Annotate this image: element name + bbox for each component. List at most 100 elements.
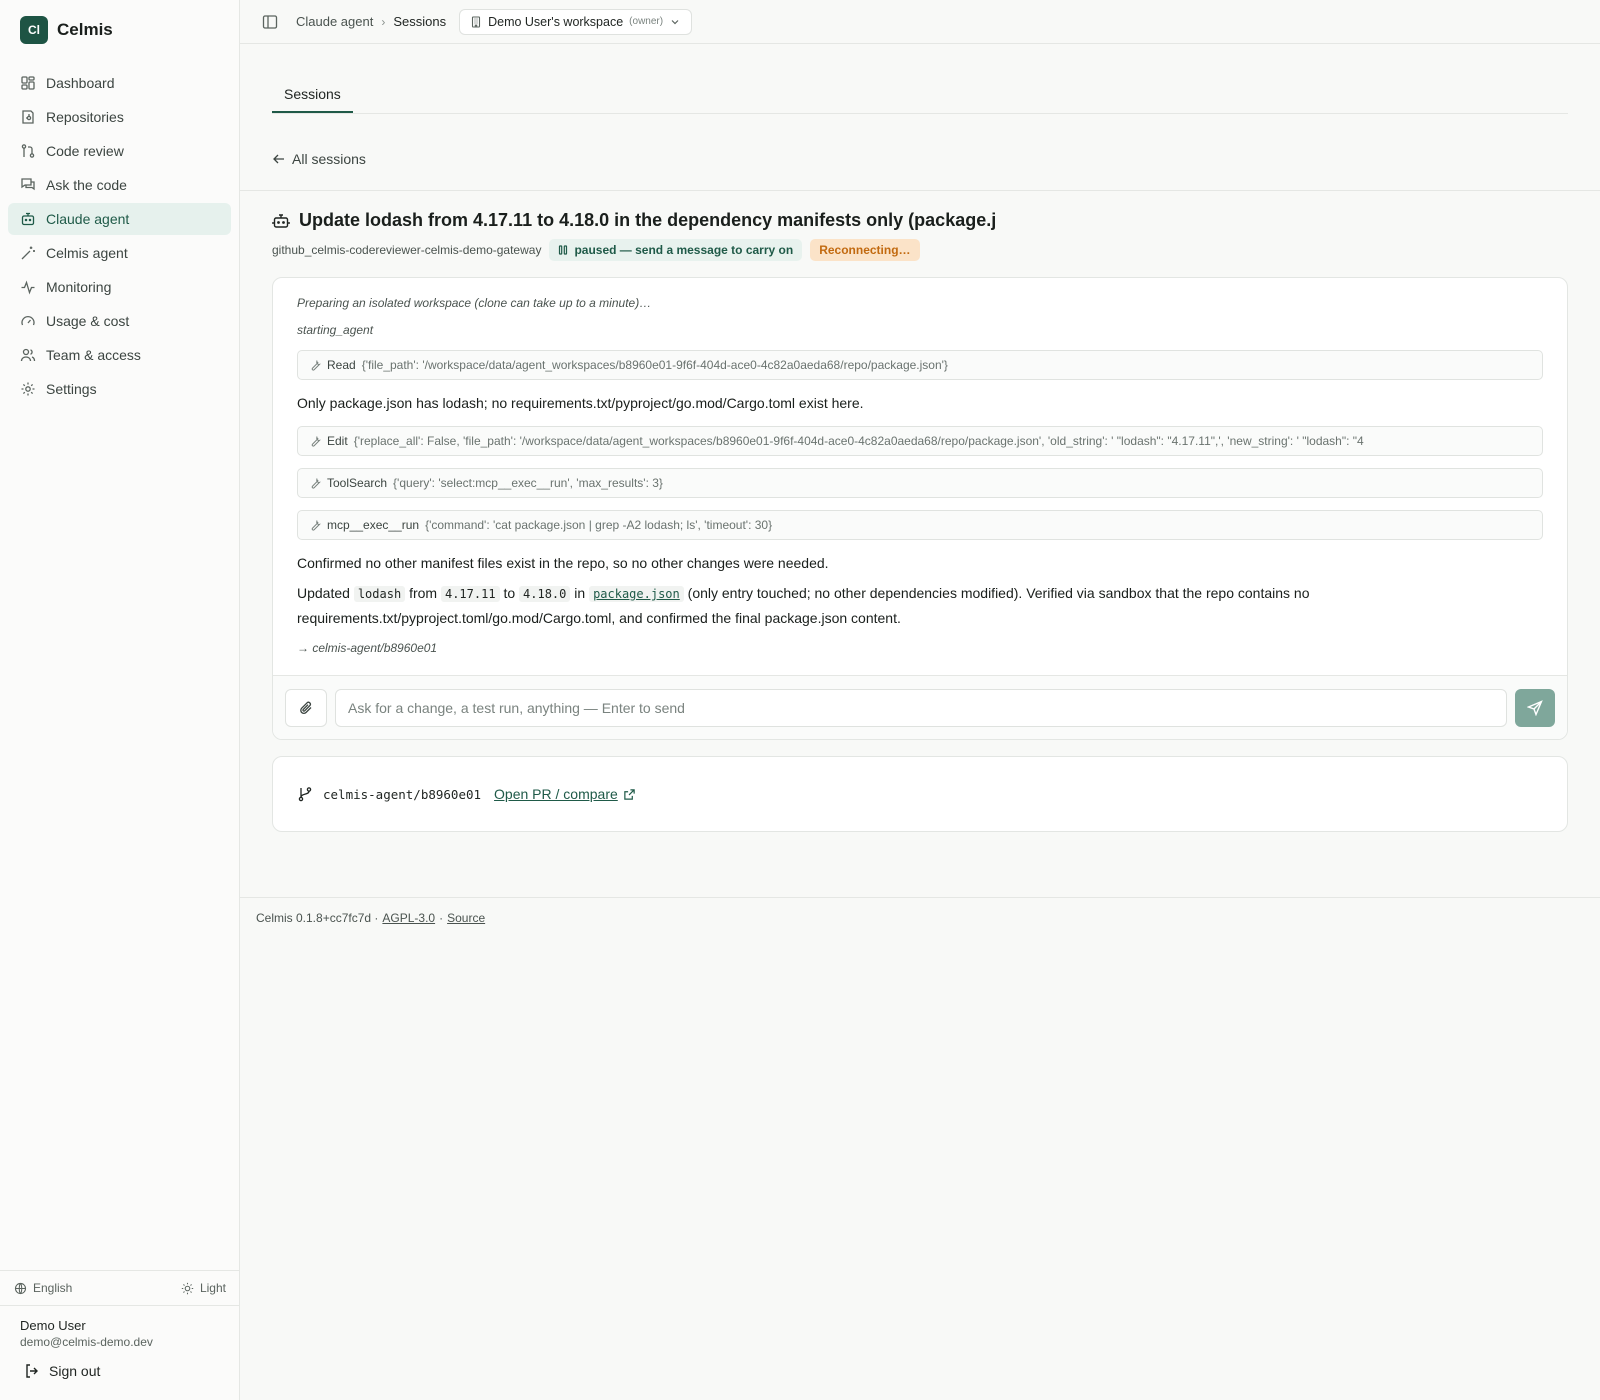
preferences-bar: English Light — [0, 1270, 240, 1306]
back-label: All sessions — [292, 151, 366, 167]
sidebar-item-repositories[interactable]: Repositories — [8, 101, 231, 133]
summary-text: Updated — [297, 585, 350, 601]
message-input[interactable] — [335, 689, 1507, 727]
sidebar-item-code-review[interactable]: Code review — [8, 135, 231, 167]
brand-name: Celmis — [57, 20, 113, 39]
tool-args: {'file_path': '/workspace/data/agent_wor… — [361, 358, 948, 372]
sidebar-item-label: Settings — [46, 381, 97, 397]
agent-message: Only package.json has lodash; no require… — [297, 395, 864, 411]
tool-call-read[interactable]: Read {'file_path': '/workspace/data/agen… — [297, 350, 1543, 380]
log-preparing: Preparing an isolated workspace (clone c… — [297, 296, 652, 310]
sun-icon — [181, 1282, 194, 1294]
sidebar-item-label: Celmis agent — [46, 245, 128, 261]
tool-call-toolsearch[interactable]: ToolSearch {'query': 'select:mcp__exec__… — [297, 468, 1543, 498]
brand[interactable]: Cl Celmis — [20, 16, 113, 44]
git-branch-icon — [298, 787, 312, 802]
summary-text: to — [503, 585, 516, 601]
send-button[interactable] — [1515, 689, 1555, 727]
sidebar-item-label: Usage & cost — [46, 313, 130, 329]
panel-left-icon — [262, 14, 278, 29]
tab-bar: Sessions — [272, 80, 1568, 114]
wrench-icon — [311, 359, 321, 371]
sidebar-item-team-access[interactable]: Team & access — [8, 339, 231, 371]
version-label: Celmis 0.1.8+cc7fc7d · — [256, 911, 379, 925]
dashboard-icon — [21, 76, 35, 90]
external-link-icon — [624, 788, 635, 800]
sidebar-nav: Dashboard Repositories Code review Ask t… — [8, 67, 231, 407]
back-to-sessions-link[interactable]: All sessions — [272, 151, 366, 167]
user-name: Demo User — [20, 1318, 86, 1333]
open-pr-label: Open PR / compare — [494, 786, 618, 802]
status-badge: paused — send a message to carry on — [549, 239, 803, 261]
users-icon — [20, 348, 36, 362]
pause-icon — [559, 245, 568, 255]
source-link[interactable]: Source — [447, 911, 485, 925]
footer-separator: · — [439, 911, 444, 925]
branch-note: → celmis-agent/b8960e01 — [297, 641, 438, 655]
summary-text: in — [574, 585, 586, 601]
gauge-icon — [21, 315, 35, 326]
session-title: Update lodash from 4.17.11 to 4.18.0 in … — [299, 210, 997, 230]
sidebar-item-dashboard[interactable]: Dashboard — [8, 67, 231, 99]
arrow-left-icon — [273, 154, 284, 164]
sign-out-label: Sign out — [49, 1363, 101, 1379]
message-composer — [273, 675, 1567, 739]
tool-call-exec-run[interactable]: mcp__exec__run {'command': 'cat package.… — [297, 510, 1543, 540]
sidebar-item-label: Repositories — [46, 109, 124, 125]
sidebar-item-label: Dashboard — [46, 75, 115, 91]
paperclip-icon — [300, 701, 312, 715]
wand-icon — [21, 246, 35, 260]
sidebar-item-settings[interactable]: Settings — [8, 373, 231, 405]
sidebar-item-label: Claude agent — [46, 211, 130, 227]
tool-args: {'replace_all': False, 'file_path': '/wo… — [353, 434, 1364, 448]
sidebar-item-monitoring[interactable]: Monitoring — [8, 271, 231, 303]
sidebar-item-usage-cost[interactable]: Usage & cost — [8, 305, 231, 337]
code-review-icon — [21, 144, 35, 158]
log-entries: Preparing an isolated workspace (clone c… — [297, 296, 1543, 655]
theme-toggle[interactable]: Light — [181, 1281, 226, 1295]
workspace-selector[interactable]: Demo User's workspace (owner) — [459, 8, 693, 35]
license-link[interactable]: AGPL-3.0 — [382, 911, 435, 925]
chat-icon — [21, 178, 35, 191]
package-json-link[interactable]: package.json — [589, 586, 684, 602]
footer-text: Celmis 0.1.8+cc7fc7d · AGPL-3.0 · Source — [256, 911, 485, 925]
code-new-version: 4.18.0 — [519, 586, 571, 602]
chevron-right-icon: › — [381, 14, 386, 29]
tool-args: {'query': 'select:mcp__exec__run', 'max_… — [393, 476, 663, 490]
connection-badge: Reconnecting… — [810, 239, 920, 261]
bot-icon — [272, 213, 290, 228]
sidebar-item-ask-the-code[interactable]: Ask the code — [8, 169, 231, 201]
sidebar-item-label: Team & access — [46, 347, 141, 363]
language-switcher[interactable]: English — [14, 1281, 72, 1295]
code-lodash: lodash — [353, 586, 406, 602]
session-header: Update lodash from 4.17.11 to 4.18.0 in … — [272, 210, 996, 231]
sidebar-item-celmis-agent[interactable]: Celmis agent — [8, 237, 231, 269]
section-divider — [240, 190, 1600, 191]
repo-name: github_celmis-codereviewer-celmis-demo-g… — [272, 243, 542, 257]
breadcrumb-claude-agent[interactable]: Claude agent — [296, 14, 373, 29]
sidebar-item-label: Monitoring — [46, 279, 112, 295]
tool-name: ToolSearch — [327, 476, 388, 490]
tab-sessions[interactable]: Sessions — [272, 80, 353, 113]
sidebar-item-label: Code review — [46, 143, 124, 159]
bot-icon — [21, 212, 35, 226]
wrench-icon — [311, 435, 321, 447]
agent-summary: Updated lodash from 4.17.11 to 4.18.0 in… — [297, 581, 1543, 630]
sidebar-item-label: Ask the code — [46, 177, 127, 193]
sidebar-footer: English Light Demo User demo@celmis-demo… — [0, 1270, 240, 1400]
tool-name: Edit — [327, 434, 348, 448]
sign-out-button[interactable]: Sign out — [24, 1363, 220, 1379]
gear-icon — [21, 382, 35, 396]
tool-args: {'command': 'cat package.json | grep -A2… — [425, 518, 773, 532]
summary-text: from — [409, 585, 438, 601]
attach-button[interactable] — [285, 689, 327, 727]
sidebar-toggle-button[interactable] — [262, 14, 278, 30]
session-meta: github_celmis-codereviewer-celmis-demo-g… — [272, 239, 920, 261]
send-icon — [1527, 700, 1543, 716]
wrench-icon — [311, 519, 321, 531]
activity-icon — [21, 280, 35, 295]
open-pr-link[interactable]: Open PR / compare — [494, 786, 636, 802]
sidebar-item-claude-agent[interactable]: Claude agent — [8, 203, 231, 235]
tool-call-edit[interactable]: Edit {'replace_all': False, 'file_path':… — [297, 426, 1543, 456]
breadcrumb-sessions: Sessions — [393, 14, 447, 29]
